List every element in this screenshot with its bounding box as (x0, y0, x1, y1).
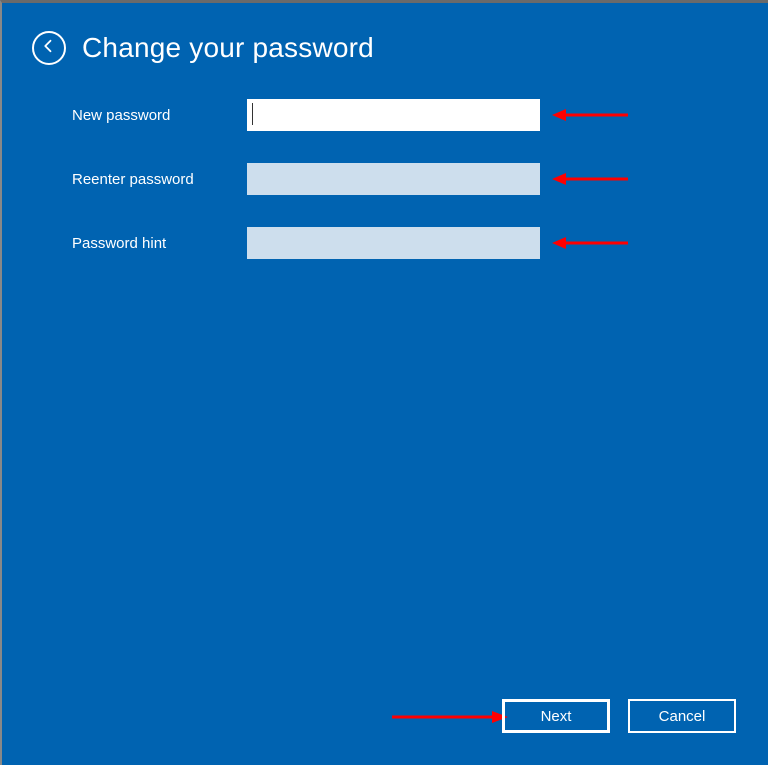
new-password-input[interactable] (247, 99, 540, 131)
page-title: Change your password (82, 32, 374, 64)
back-arrow-icon (40, 37, 58, 60)
next-button[interactable]: Next (502, 699, 610, 733)
annotation-arrow-icon (550, 103, 630, 132)
back-button[interactable] (32, 31, 66, 65)
annotation-arrow-icon (550, 231, 630, 260)
reenter-password-label: Reenter password (72, 171, 247, 188)
reenter-password-input[interactable] (247, 163, 540, 195)
field-row-reenter-password: Reenter password (72, 163, 698, 195)
field-row-new-password: New password (72, 99, 698, 131)
text-cursor-icon (252, 103, 253, 125)
password-hint-label: Password hint (72, 235, 247, 252)
annotation-arrow-icon (390, 705, 510, 734)
password-hint-input[interactable] (247, 227, 540, 259)
cancel-button[interactable]: Cancel (628, 699, 736, 733)
new-password-label: New password (72, 107, 247, 124)
annotation-arrow-icon (550, 167, 630, 196)
field-row-password-hint: Password hint (72, 227, 698, 259)
